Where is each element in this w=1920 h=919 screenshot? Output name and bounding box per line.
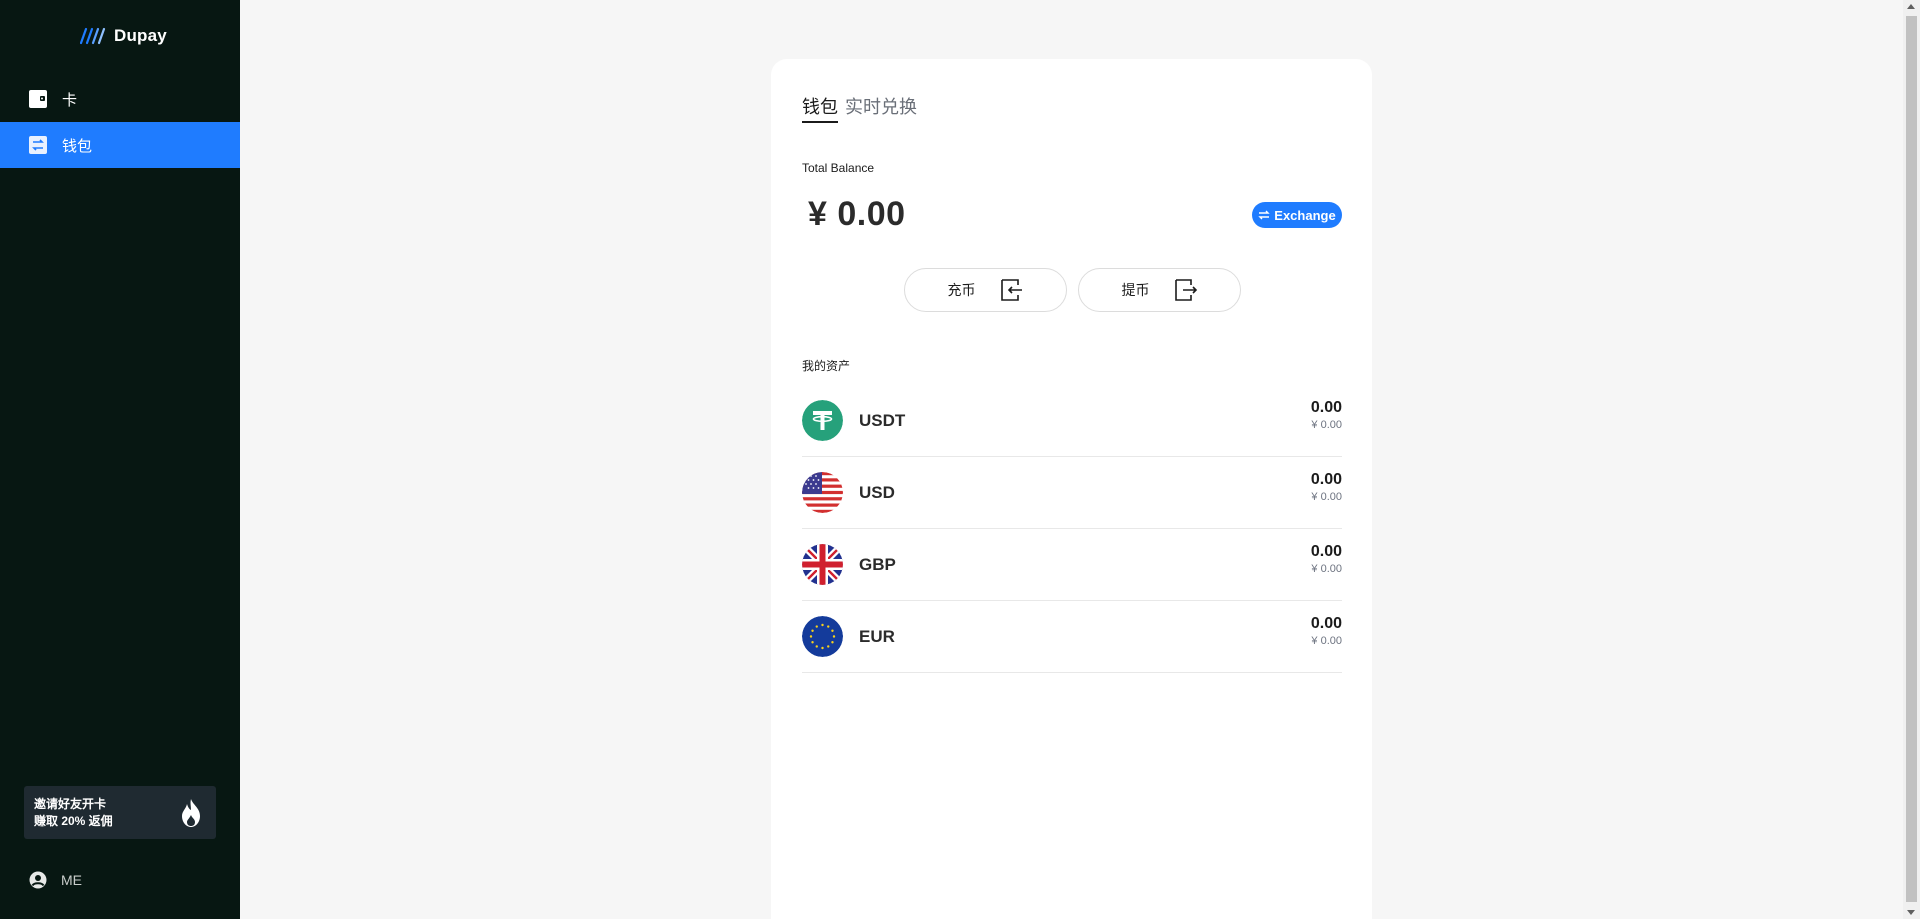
sidebar: Dupay 卡 钱包 邀请好友开卡 赚取 20% 返佣 ME [0, 0, 240, 919]
withdraw-icon [1174, 279, 1197, 301]
wallet-icon [29, 90, 47, 108]
exchange-button[interactable]: Exchange [1252, 202, 1342, 228]
scroll-thumb[interactable] [1906, 16, 1917, 902]
asset-code: USD [859, 482, 895, 502]
logo[interactable]: Dupay [80, 24, 167, 48]
asset-amount: 0.00 [1310, 471, 1342, 488]
asset-amount: 0.00 [1310, 399, 1342, 416]
deposit-label: 充币 [947, 282, 976, 298]
asset-values: 0.00 ¥ 0.00 [1311, 615, 1342, 647]
referral-promo[interactable]: 邀请好友开卡 赚取 20% 返佣 [24, 786, 216, 839]
asset-cny-value: ¥ 0.00 [1311, 635, 1342, 647]
total-balance-value: ¥ 0.00 [808, 195, 906, 233]
asset-amount: 0.00 [1310, 615, 1342, 632]
asset-list: USDT 0.00 ¥ 0.00 USD 0.00 ¥ 0.00 GBP 0.0… [802, 385, 1342, 673]
asset-values: 0.00 ¥ 0.00 [1311, 399, 1342, 431]
asset-code: GBP [859, 554, 896, 574]
tether-icon [802, 400, 843, 441]
exchange-label: Exchange [1274, 207, 1336, 223]
deposit-icon [1000, 279, 1022, 301]
asset-cny-value: ¥ 0.00 [1311, 419, 1342, 431]
tab-wallet[interactable]: 钱包 [802, 93, 838, 123]
asset-row-usdt[interactable]: USDT 0.00 ¥ 0.00 [802, 385, 1342, 457]
wallet-card: 钱包 实时兑换 Total Balance ¥ 0.00 Exchange 充币… [771, 59, 1372, 919]
page-scrollbar[interactable] [1903, 0, 1920, 919]
sidebar-item-label: 钱包 [62, 137, 93, 155]
sidebar-item-label: 卡 [62, 91, 78, 109]
flame-icon [182, 799, 200, 827]
asset-amount: 0.00 [1310, 543, 1342, 560]
logo-mark-icon [80, 27, 106, 45]
asset-code: EUR [859, 626, 895, 646]
scroll-up-arrow-icon[interactable] [1907, 4, 1915, 9]
user-menu[interactable]: ME [29, 871, 82, 889]
us-flag-icon [802, 472, 843, 513]
asset-values: 0.00 ¥ 0.00 [1311, 471, 1342, 503]
asset-cny-value: ¥ 0.00 [1311, 491, 1342, 503]
sidebar-item-card[interactable]: 卡 [0, 76, 240, 122]
user-label: ME [61, 872, 82, 888]
deposit-button[interactable]: 充币 [904, 268, 1067, 312]
asset-code: USDT [859, 410, 906, 430]
withdraw-button[interactable]: 提币 [1078, 268, 1241, 312]
wallet-tabs: 钱包 实时兑换 [802, 93, 917, 123]
tab-realtime-exchange[interactable]: 实时兑换 [845, 93, 917, 123]
scroll-down-arrow-icon[interactable] [1907, 910, 1915, 915]
transfer-icon [29, 136, 47, 154]
asset-row-eur[interactable]: EUR 0.00 ¥ 0.00 [802, 601, 1342, 673]
asset-cny-value: ¥ 0.00 [1311, 563, 1342, 575]
my-assets-title: 我的资产 [802, 359, 851, 373]
asset-values: 0.00 ¥ 0.00 [1311, 543, 1342, 575]
sidebar-item-wallet[interactable]: 钱包 [0, 122, 240, 168]
user-circle-icon [29, 871, 47, 889]
withdraw-label: 提币 [1121, 282, 1150, 298]
asset-row-gbp[interactable]: GBP 0.00 ¥ 0.00 [802, 529, 1342, 601]
swap-icon [1258, 210, 1270, 220]
eu-flag-icon [802, 616, 843, 657]
asset-row-usd[interactable]: USD 0.00 ¥ 0.00 [802, 457, 1342, 529]
uk-flag-icon [802, 544, 843, 585]
total-balance-label: Total Balance [802, 161, 875, 175]
brand-name: Dupay [114, 26, 167, 45]
